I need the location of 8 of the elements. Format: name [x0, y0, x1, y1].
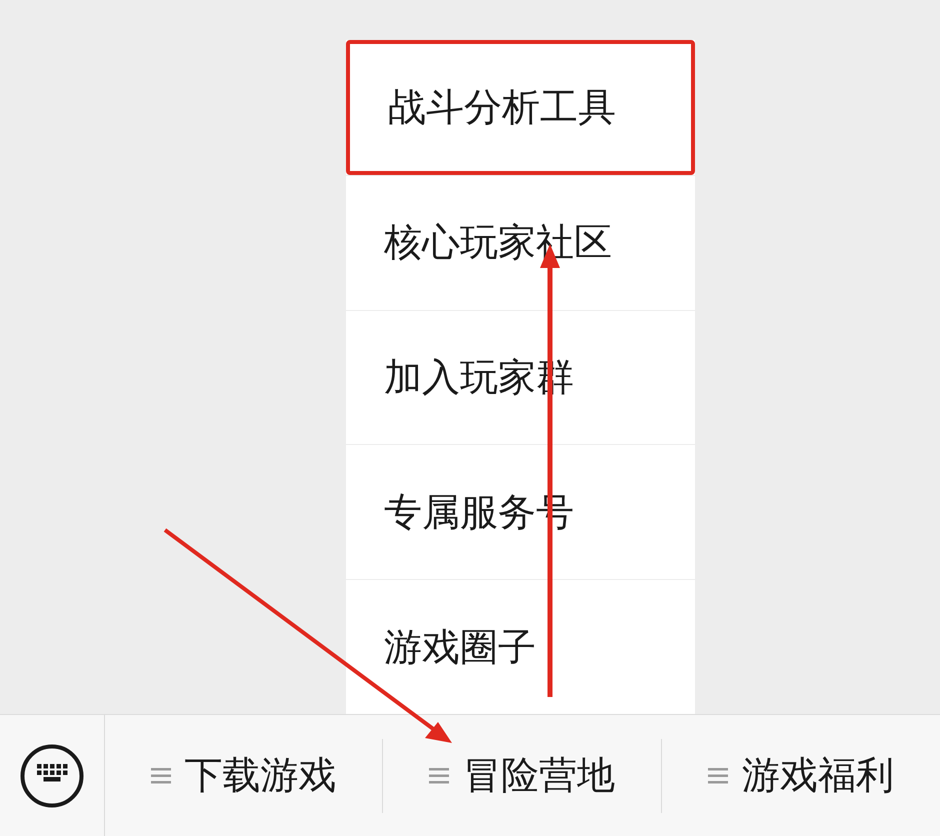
menu-tab[interactable]: 下载游戏 [184, 747, 337, 804]
menu-icon [150, 766, 171, 784]
menu-icon [708, 766, 728, 784]
keyboard-icon[interactable] [20, 744, 84, 808]
menu-tab[interactable]: 冒险营地 [463, 747, 616, 804]
menu-icon [429, 766, 450, 784]
menu-tab[interactable]: 游戏福利 [742, 747, 894, 804]
menu-item[interactable]: 战斗分析工具 [346, 40, 695, 175]
